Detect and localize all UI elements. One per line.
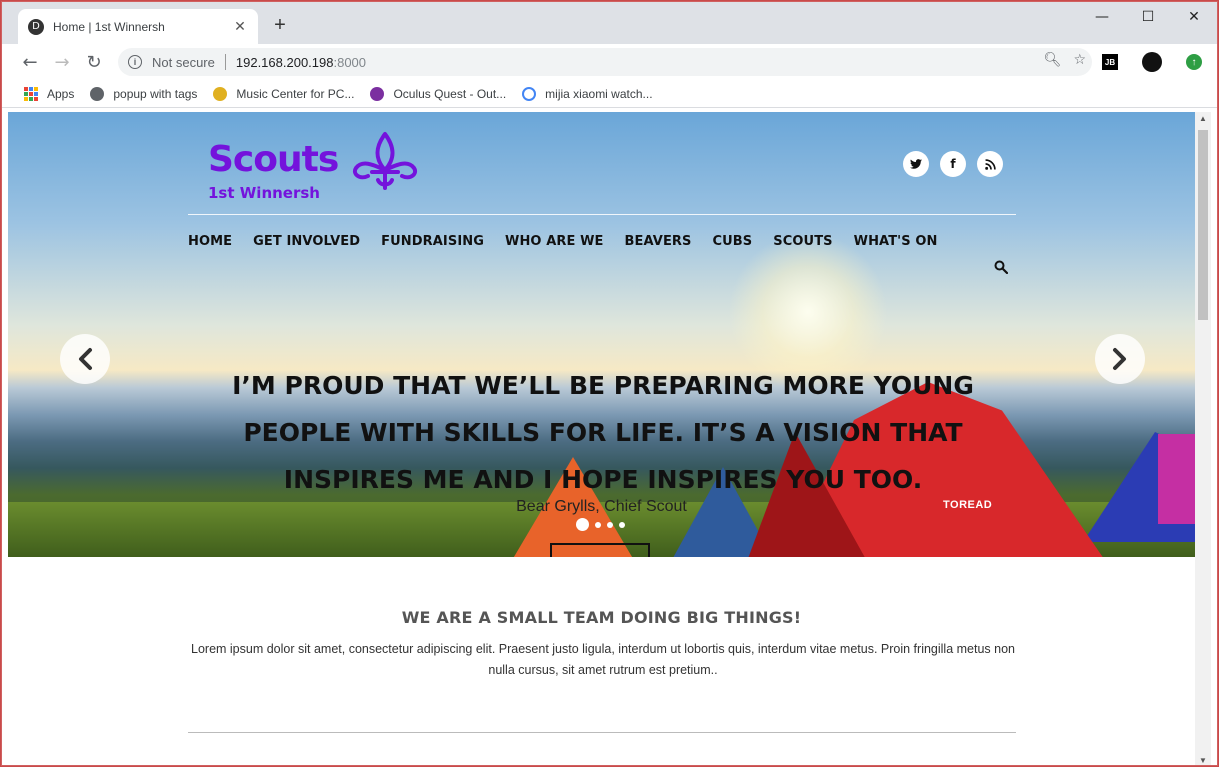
slider-dot[interactable]	[619, 521, 625, 528]
scroll-up-icon[interactable]: ▲	[1199, 114, 1207, 123]
browser-tab[interactable]: D Home | 1st Winnersh ✕	[18, 9, 258, 44]
fleur-de-lis-icon	[353, 132, 417, 190]
slider-dots	[576, 518, 625, 531]
main-navigation: HOME GET INVOLVED FUNDRAISING WHO ARE WE…	[188, 234, 937, 249]
nav-scouts[interactable]: SCOUTS	[773, 234, 832, 249]
bookmark-oculus-quest[interactable]: Oculus Quest - Out...	[370, 86, 507, 101]
close-tab-icon[interactable]: ✕	[232, 18, 248, 35]
site-favicon-icon: D	[28, 18, 44, 35]
tab-strip: D Home | 1st Winnersh ✕ + — ☐ ✕	[2, 2, 1217, 44]
nav-fundraising[interactable]: FUNDRAISING	[381, 234, 484, 249]
chevron-left-icon	[79, 348, 92, 370]
hero-cta-button[interactable]	[550, 543, 650, 557]
bookmark-apps[interactable]: Apps	[24, 86, 75, 101]
facebook-icon[interactable]: f	[940, 151, 966, 177]
bookmark-music-center[interactable]: Music Center for PC...	[213, 86, 355, 101]
bookmark-label: Music Center for PC...	[236, 86, 355, 101]
music-icon	[213, 86, 228, 101]
omnibox-actions: 🔍︎ ☆	[1044, 52, 1086, 68]
window-controls: — ☐ ✕	[1079, 2, 1217, 32]
maximize-button[interactable]: ☐	[1125, 2, 1171, 32]
slider-next-button[interactable]	[1095, 334, 1145, 384]
back-button[interactable]: ←	[14, 46, 46, 78]
nav-cubs[interactable]: CUBS	[713, 234, 753, 249]
hero-quote: I’M PROUD THAT WE’LL BE PREPARING MORE Y…	[232, 371, 974, 494]
divider	[224, 54, 226, 70]
forward-button[interactable]: →	[46, 46, 78, 78]
address-bar[interactable]: i Not secure 192.168.200.198:8000 🔍︎ ☆	[118, 48, 1092, 76]
nav-whats-on[interactable]: WHAT'S ON	[854, 234, 938, 249]
search-icon[interactable]	[994, 260, 1008, 274]
hero-quote-author: Bear Grylls, Chief Scout	[516, 498, 687, 515]
hero-slider: TOREAD Scouts 1st Winnersh f HOME GET IN…	[8, 112, 1195, 557]
twitter-icon[interactable]	[903, 151, 929, 177]
bookmark-label: mijia xiaomi watch...	[545, 86, 653, 101]
bookmarks-bar: Apps popup with tags Music Center for PC…	[2, 80, 1217, 108]
bookmark-star-icon[interactable]: ☆	[1073, 52, 1086, 68]
info-icon[interactable]: i	[128, 55, 142, 69]
slider-dot[interactable]	[607, 521, 613, 528]
tab-title: Home | 1st Winnersh	[53, 19, 165, 34]
nav-divider	[188, 214, 1016, 215]
url-port: :8000	[333, 54, 367, 70]
page-viewport: TOREAD Scouts 1st Winnersh f HOME GET IN…	[8, 112, 1195, 765]
section-divider	[188, 732, 1016, 733]
slider-dot[interactable]	[576, 518, 589, 531]
rss-icon[interactable]	[977, 151, 1003, 177]
slider-dot[interactable]	[595, 521, 601, 528]
jetbrains-extension-icon[interactable]: JB	[1102, 54, 1118, 70]
site-logo[interactable]: Scouts 1st Winnersh	[208, 132, 417, 202]
nav-get-involved[interactable]: GET INVOLVED	[253, 234, 360, 249]
apps-grid-icon	[24, 86, 38, 101]
url-host: 192.168.200.198	[235, 54, 334, 70]
close-window-button[interactable]: ✕	[1171, 2, 1217, 32]
security-status: Not secure	[152, 54, 215, 70]
social-links: f	[903, 151, 1003, 177]
bookmark-label: Oculus Quest - Out...	[393, 86, 507, 101]
zoom-icon[interactable]: 🔍︎	[1044, 52, 1062, 68]
logo-wordmark: Scouts	[208, 139, 339, 180]
bookmark-label: popup with tags	[113, 86, 198, 101]
reload-button[interactable]: ↻	[78, 46, 110, 78]
logo-subtitle: 1st Winnersh	[208, 184, 320, 202]
google-icon	[522, 86, 537, 101]
nav-who-are-we[interactable]: WHO ARE WE	[505, 234, 604, 249]
scroll-down-icon[interactable]: ▼	[1199, 756, 1207, 765]
profile-avatar[interactable]	[1142, 52, 1162, 72]
nav-home[interactable]: HOME	[188, 234, 232, 249]
oculus-icon	[370, 86, 385, 101]
new-tab-button[interactable]: +	[268, 14, 292, 37]
update-icon[interactable]: ↑	[1186, 54, 1202, 70]
chevron-right-icon	[1113, 348, 1126, 370]
slider-prev-button[interactable]	[60, 334, 110, 384]
minimize-button[interactable]: —	[1079, 2, 1125, 32]
intro-title: WE ARE A SMALL TEAM DOING BIG THINGS!	[401, 608, 802, 627]
intro-text: Lorem ipsum dolor sit amet, consectetur …	[191, 642, 1015, 677]
nav-beavers[interactable]: BEAVERS	[625, 234, 692, 249]
bookmark-popup-with-tags[interactable]: popup with tags	[90, 86, 198, 101]
bookmark-label: Apps	[47, 86, 75, 101]
globe-icon	[90, 86, 105, 101]
extension-icons: JB ↑	[1102, 52, 1202, 72]
browser-window: D Home | 1st Winnersh ✕ + — ☐ ✕ ← → ↻ i …	[1, 1, 1218, 766]
page-scrollbar[interactable]: ▲ ▼	[1195, 112, 1211, 765]
scroll-thumb[interactable]	[1198, 130, 1208, 320]
bookmark-mijia-watch[interactable]: mijia xiaomi watch...	[522, 86, 653, 101]
browser-toolbar: ← → ↻ i Not secure 192.168.200.198:8000 …	[2, 44, 1217, 80]
